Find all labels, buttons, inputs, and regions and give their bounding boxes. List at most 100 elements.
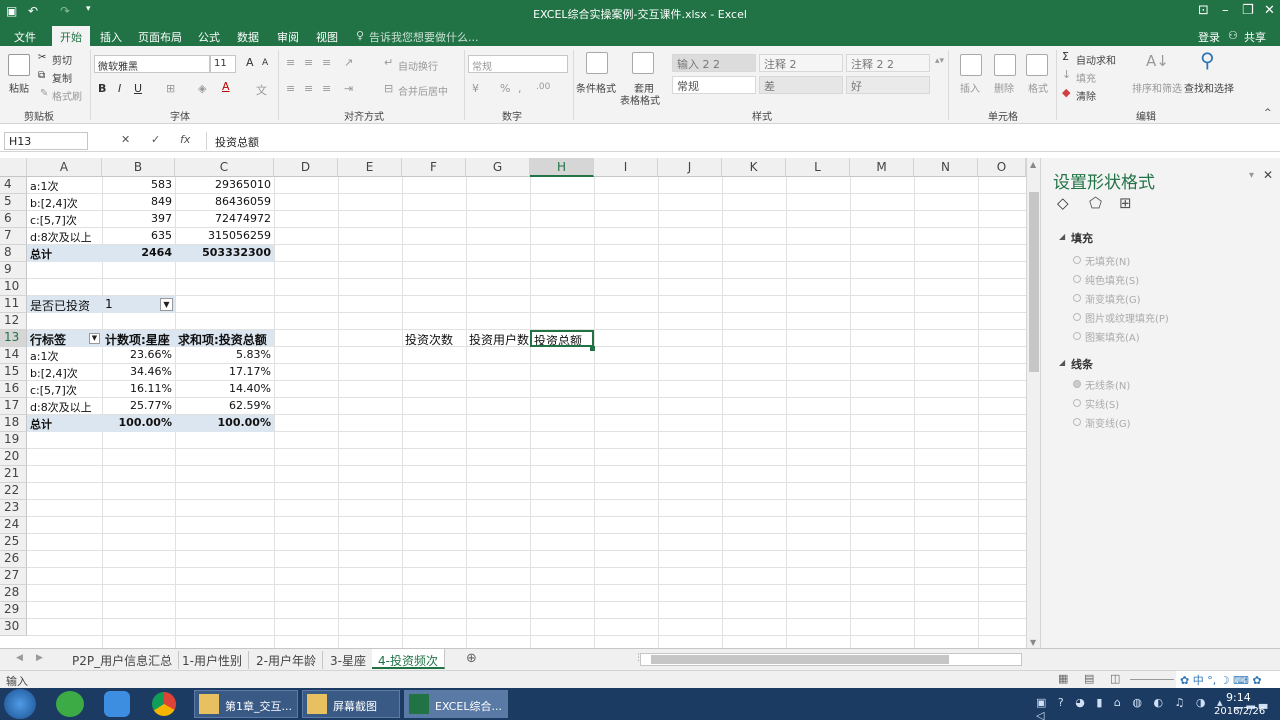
pivot-count-value[interactable]: 34.46% [102, 364, 175, 381]
restore-icon[interactable]: ❐ [1242, 3, 1254, 18]
cell-G13[interactable]: 投资用户数 [466, 330, 530, 347]
page-break-icon[interactable]: ◫ [1110, 672, 1120, 685]
row-header[interactable]: 15 [0, 364, 27, 381]
cut-icon[interactable]: ✂ [38, 52, 46, 63]
row-header[interactable]: 5 [0, 194, 27, 211]
phonetic-icon[interactable]: 文 [256, 82, 267, 98]
paste-icon[interactable] [8, 54, 30, 76]
option-solid-line[interactable]: 实线(S) [1085, 396, 1119, 411]
column-header-selected[interactable]: H [530, 158, 594, 177]
radio-gradient-fill[interactable] [1073, 294, 1081, 302]
row-header[interactable]: 21 [0, 466, 27, 483]
formula-input[interactable]: 投资总额 [206, 132, 1276, 150]
scroll-up-icon[interactable]: ▲ [1030, 160, 1036, 169]
row-header[interactable]: 6 [0, 211, 27, 228]
find-icon[interactable]: ⚲ [1200, 48, 1215, 72]
clear-button[interactable]: 清除 [1076, 88, 1096, 103]
cell-F13[interactable]: 投资次数 [402, 330, 466, 347]
line-section-header[interactable]: 线条 [1071, 356, 1093, 372]
cell-A4[interactable]: a:1次 [27, 177, 102, 194]
font-color-icon[interactable]: A [222, 80, 230, 93]
row-header[interactable]: 4 [0, 177, 27, 194]
table-format-line2[interactable]: 表格格式 [620, 92, 660, 107]
pivot-total-label[interactable]: 总计 [27, 415, 102, 432]
cell-B8[interactable]: 2464 [102, 245, 175, 262]
style-bad[interactable]: 差 [759, 76, 843, 94]
collapse-ribbon-icon[interactable]: ^ [1264, 108, 1272, 118]
pivot-row-label[interactable]: d:8次及以上 [27, 398, 102, 415]
indent-icon[interactable]: ⇥ [344, 82, 353, 95]
tab-file[interactable]: 文件 [14, 29, 36, 45]
row-header[interactable]: 28 [0, 585, 27, 602]
font-size-select[interactable]: 11 [210, 55, 236, 73]
align-bottom-icon[interactable]: ≡ [322, 56, 331, 69]
row-label-dropdown-icon[interactable]: ▼ [89, 333, 100, 344]
row-header-selected[interactable]: 13 [0, 330, 27, 347]
align-top-icon[interactable]: ≡ [286, 56, 295, 69]
option-gradient-fill[interactable]: 渐变填充(G) [1085, 291, 1141, 306]
column-header[interactable]: B [102, 158, 175, 177]
tab-data[interactable]: 数据 [237, 29, 259, 45]
eraser-icon[interactable]: ◆ [1062, 86, 1070, 99]
format-cells-icon[interactable] [1026, 54, 1048, 76]
tab-formulas[interactable]: 公式 [198, 29, 220, 45]
cell-A8[interactable]: 总计 [27, 245, 102, 262]
pivot-sum-value[interactable]: 5.83% [175, 347, 274, 364]
option-gradient-line[interactable]: 渐变线(G) [1085, 415, 1131, 430]
format-painter-icon[interactable]: ✎ [40, 88, 48, 99]
column-header[interactable]: C [175, 158, 274, 177]
option-pattern-fill[interactable]: 图案填充(A) [1085, 329, 1140, 344]
column-header[interactable]: F [402, 158, 466, 177]
row-header[interactable]: 30 [0, 619, 27, 636]
tab-review[interactable]: 审阅 [277, 29, 299, 45]
tab-view[interactable]: 视图 [316, 29, 338, 45]
merge-center-button[interactable]: 合并后居中 [398, 83, 448, 98]
horizontal-scrollbar[interactable] [640, 653, 1022, 666]
cell-C4[interactable]: 29365010 [175, 177, 274, 194]
orientation-icon[interactable]: ↗ [344, 56, 353, 69]
row-header[interactable]: 12 [0, 313, 27, 330]
tab-home[interactable]: 开始 [52, 26, 90, 46]
cell-B7[interactable]: 635 [102, 228, 175, 245]
pivot-total-count[interactable]: 100.00% [102, 415, 175, 432]
size-properties-icon[interactable]: ⊞ [1119, 194, 1132, 212]
ime-toolbar[interactable]: ✿ 中 °, ☽ ⌨ ✿ [1176, 671, 1280, 689]
column-header[interactable]: N [914, 158, 978, 177]
bold-button[interactable]: B [98, 82, 106, 95]
app-feather-icon[interactable] [104, 691, 130, 717]
sheet-tab[interactable]: 2-用户年龄 [250, 651, 323, 669]
row-header[interactable]: 24 [0, 517, 27, 534]
filter-dropdown-icon[interactable]: ▼ [160, 298, 173, 311]
radio-gradient-line[interactable] [1073, 418, 1081, 426]
zoom-slider[interactable] [1130, 679, 1174, 680]
column-header[interactable]: O [978, 158, 1026, 177]
collapse-fill-icon[interactable]: ◢ [1059, 232, 1065, 241]
align-center-icon[interactable]: ≡ [304, 82, 313, 95]
row-header[interactable]: 22 [0, 483, 27, 500]
scroll-thumb[interactable] [1029, 192, 1039, 372]
pivot-sum-value[interactable]: 14.40% [175, 381, 274, 398]
normal-view-icon[interactable]: ▦ [1058, 672, 1068, 685]
tell-me-box[interactable]: 告诉我您想要做什么... [369, 29, 479, 45]
cut-button[interactable]: 剪切 [52, 52, 72, 67]
fill-handle[interactable] [590, 346, 595, 351]
cell-C7[interactable]: 315056259 [175, 228, 274, 245]
font-name-select[interactable]: 微软雅黑 [94, 55, 210, 73]
sheet-tab[interactable]: P2P_用户信息汇总 [66, 651, 180, 669]
row-header[interactable]: 29 [0, 602, 27, 619]
close-icon[interactable]: ✕ [1264, 3, 1275, 18]
conditional-format-button[interactable]: 条件格式 [576, 80, 616, 95]
cell-B6[interactable]: 397 [102, 211, 175, 228]
pivot-row-label[interactable]: b:[2,4]次 [27, 364, 102, 381]
sheet-tab-active[interactable]: 4-投资频次 [372, 649, 445, 669]
row-header[interactable]: 17 [0, 398, 27, 415]
cell-A6[interactable]: c:[5,7]次 [27, 211, 102, 228]
align-right-icon[interactable]: ≡ [322, 82, 331, 95]
increase-decimal-icon[interactable]: .00 [536, 82, 550, 92]
row-header[interactable]: 10 [0, 279, 27, 296]
fill-line-icon[interactable]: ◇ [1057, 194, 1069, 212]
sheet-tab[interactable]: 3-星座 [324, 651, 373, 669]
underline-button[interactable]: U [134, 82, 142, 95]
row-header[interactable]: 14 [0, 347, 27, 364]
column-header[interactable]: G [466, 158, 530, 177]
